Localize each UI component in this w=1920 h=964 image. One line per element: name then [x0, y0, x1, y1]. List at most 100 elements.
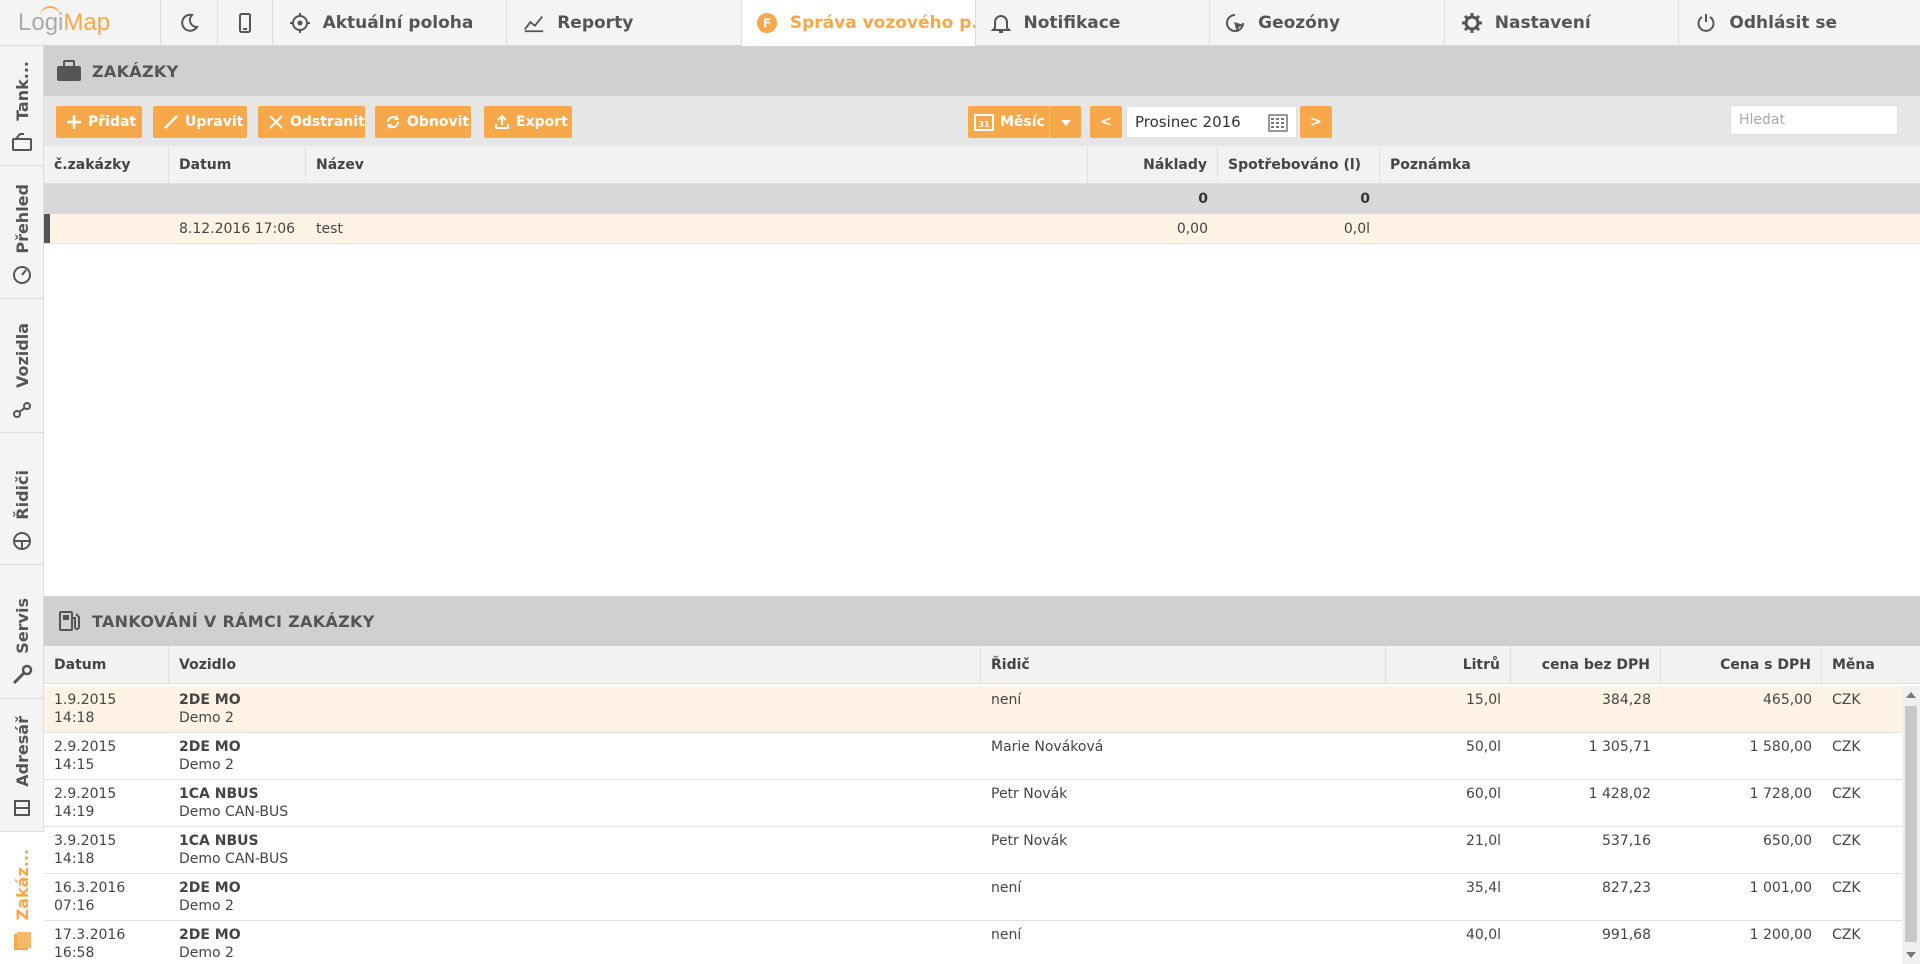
edit-button[interactable]: Upravit	[153, 106, 247, 138]
col-order-name[interactable]: Název	[306, 146, 1088, 184]
col-order-costs[interactable]: Náklady	[1088, 146, 1218, 184]
remove-button-label: Odstranit	[290, 114, 365, 130]
nav-reporty-label: Reporty	[557, 13, 634, 33]
scroll-down-icon[interactable]	[1906, 952, 1916, 958]
remove-button[interactable]: Odstranit	[258, 106, 365, 138]
table-row[interactable]: 17.3.2016 16:58 2DE MO Demo 2 není 40,0l 991,6…	[44, 921, 1920, 964]
fuel-price-gross-cell: 1 001,00	[1749, 880, 1812, 896]
fuel-price-net-cell: 827,23	[1602, 880, 1651, 896]
sidebar-prehled-label: Přehled	[12, 184, 32, 254]
fuel-date: 16.3.2016	[54, 880, 126, 896]
sidebar-item-adresar[interactable]: Adresář	[0, 699, 44, 832]
nav-geozony-label: Geozóny	[1258, 13, 1341, 33]
sidebar-item-servis[interactable]: Servis	[0, 565, 44, 699]
fuel-vehicle-name: Demo 2	[179, 945, 234, 961]
period-dropdown-toggle[interactable]	[1050, 114, 1081, 130]
fuel-driver-cell: Petr Novák	[991, 786, 1068, 802]
fuel-time: 16:58	[54, 945, 95, 961]
table-row[interactable]: 8.12.2016 17:06 test 0,00 0,0l	[44, 214, 1920, 244]
nav-odhlasit-se[interactable]: Odhlásit se	[1679, 0, 1920, 46]
logimap-logo[interactable]: Logi Map	[0, 0, 161, 46]
nav-geozony[interactable]: Geozóny	[1210, 0, 1445, 46]
fuel-vehicle-cell: 1CA NBUS Demo CAN-BUS	[169, 780, 981, 826]
nav-reporty[interactable]: Reporty	[507, 0, 742, 46]
search-input[interactable]	[1730, 105, 1898, 135]
sidebar-item-prehled[interactable]: Přehled	[0, 166, 44, 299]
fuel-price-gross-cell: 650,00	[1763, 833, 1812, 849]
nav-aktualni-poloha[interactable]: Aktuální poloha	[273, 0, 508, 46]
fuel-date-cell: 3.9.2015 14:18	[44, 827, 169, 873]
fuel-price-gross-cell: 1 200,00	[1749, 927, 1812, 943]
col-order-note[interactable]: Poznámka	[1380, 146, 1920, 184]
night-mode-button[interactable]	[161, 0, 218, 46]
period-select-value[interactable]: 31 Měsíc	[968, 106, 1050, 138]
fleet-badge-icon: F	[756, 12, 778, 34]
sidebar-servis-label: Servis	[12, 598, 32, 654]
mobile-view-button[interactable]	[218, 0, 273, 46]
address-book-icon	[11, 797, 33, 819]
fuel-vehicle-cell: 1CA NBUS Demo CAN-BUS	[169, 827, 981, 873]
fuel-date-cell: 1.9.2015 14:18	[44, 686, 169, 732]
table-row[interactable]: 3.9.2015 14:18 1CA NBUS Demo CAN-BUS Petr No…	[44, 827, 1920, 874]
col-order-costs-label: Náklady	[1143, 157, 1207, 173]
pencil-icon	[163, 114, 179, 130]
left-sidebar: Tank... Přehled Vozidla Řidiči Servis Ad…	[0, 46, 44, 964]
nav-notifikace[interactable]: Notifikace	[976, 0, 1211, 46]
col-fuel-price-gross-label: Cena s DPH	[1720, 657, 1811, 673]
sidebar-vozidla-label: Vozidla	[12, 322, 32, 388]
sidebar-item-tankovani[interactable]: Tank...	[0, 46, 44, 166]
col-fuel-vehicle[interactable]: Vozidlo	[169, 646, 981, 684]
col-order-consumed[interactable]: Spotřebováno (l)	[1218, 146, 1380, 184]
svg-text:31: 31	[978, 120, 990, 129]
summary-costs: 0	[1198, 191, 1208, 207]
table-row[interactable]: 1.9.2015 14:18 2DE MO Demo 2 není 15,0l 384,28…	[44, 686, 1920, 733]
sidebar-item-zakazky[interactable]: Zakáz...	[0, 832, 44, 964]
fuel-liters-cell: 15,0l	[1465, 692, 1501, 708]
period-select-label: Měsíc	[1000, 114, 1045, 130]
table-row[interactable]: 16.3.2016 07:16 2DE MO Demo 2 není 35,4l 827,2…	[44, 874, 1920, 921]
fueling-scrollbar[interactable]	[1902, 686, 1920, 964]
fuel-vehicle-cell: 2DE MO Demo 2	[169, 686, 981, 732]
fuel-date-cell: 16.3.2016 07:16	[44, 874, 169, 920]
table-row[interactable]: 2.9.2015 14:19 1CA NBUS Demo CAN-BUS Petr No…	[44, 780, 1920, 827]
calendar-grid-icon[interactable]	[1268, 114, 1288, 132]
fuel-price-net-cell: 1 305,71	[1588, 739, 1651, 755]
scroll-up-icon[interactable]	[1906, 692, 1916, 698]
scroll-thumb[interactable]	[1905, 706, 1917, 942]
fuel-price-gross-cell: 1 728,00	[1749, 786, 1812, 802]
wrench-icon	[11, 664, 33, 686]
period-select[interactable]: 31 Měsíc	[968, 106, 1081, 138]
app-root: Logi Map Aktuální poloha Reporty F Správ…	[0, 0, 1920, 964]
next-period-button[interactable]: >	[1300, 106, 1332, 138]
col-fuel-price-net[interactable]: cena bez DPH	[1511, 646, 1661, 684]
col-order-number[interactable]: č.zakázky	[44, 146, 169, 184]
fuel-currency-cell: CZK	[1832, 786, 1861, 802]
geozone-pointer-icon	[1224, 12, 1246, 34]
col-fuel-currency[interactable]: Měna	[1822, 646, 1902, 684]
prev-period-button[interactable]: <	[1090, 106, 1122, 138]
steering-wheel-icon	[11, 530, 33, 552]
fuel-price-net-cell: 384,28	[1602, 692, 1651, 708]
fuel-time: 14:18	[54, 851, 95, 867]
fuel-liters-cell: 60,0l	[1465, 786, 1501, 802]
nav-sprava-vozoveho-parku[interactable]: F Správa vozového p...	[741, 0, 976, 46]
col-order-note-label: Poznámka	[1390, 157, 1471, 173]
period-date-field[interactable]: Prosinec 2016	[1126, 106, 1297, 138]
sidebar-item-ridici[interactable]: Řidiči	[0, 433, 44, 565]
fuel-vehicle-plate: 1CA NBUS	[179, 786, 259, 802]
export-button[interactable]: Export	[484, 106, 572, 138]
col-fuel-price-gross[interactable]: Cena s DPH	[1661, 646, 1822, 684]
col-order-date[interactable]: Datum	[169, 146, 306, 184]
sidebar-item-vozidla[interactable]: Vozidla	[0, 299, 44, 433]
col-fuel-date[interactable]: Datum	[44, 646, 169, 684]
nav-nastaveni[interactable]: Nastavení	[1445, 0, 1680, 46]
col-fuel-liters[interactable]: Litrů	[1386, 646, 1511, 684]
col-fuel-driver[interactable]: Řidič	[981, 646, 1386, 684]
fuel-driver-cell: není	[991, 927, 1022, 943]
nav-aktualni-poloha-label: Aktuální poloha	[322, 13, 474, 33]
table-row[interactable]: 2.9.2015 14:15 2DE MO Demo 2 Marie Nováková 5…	[44, 733, 1920, 780]
add-button[interactable]: Přidat	[56, 106, 142, 138]
refresh-button[interactable]: Obnovit	[375, 106, 471, 138]
next-period-label: >	[1310, 114, 1322, 130]
fueling-panel-header: TANKOVÁNÍ V RÁMCI ZAKÁZKY	[44, 596, 1920, 646]
